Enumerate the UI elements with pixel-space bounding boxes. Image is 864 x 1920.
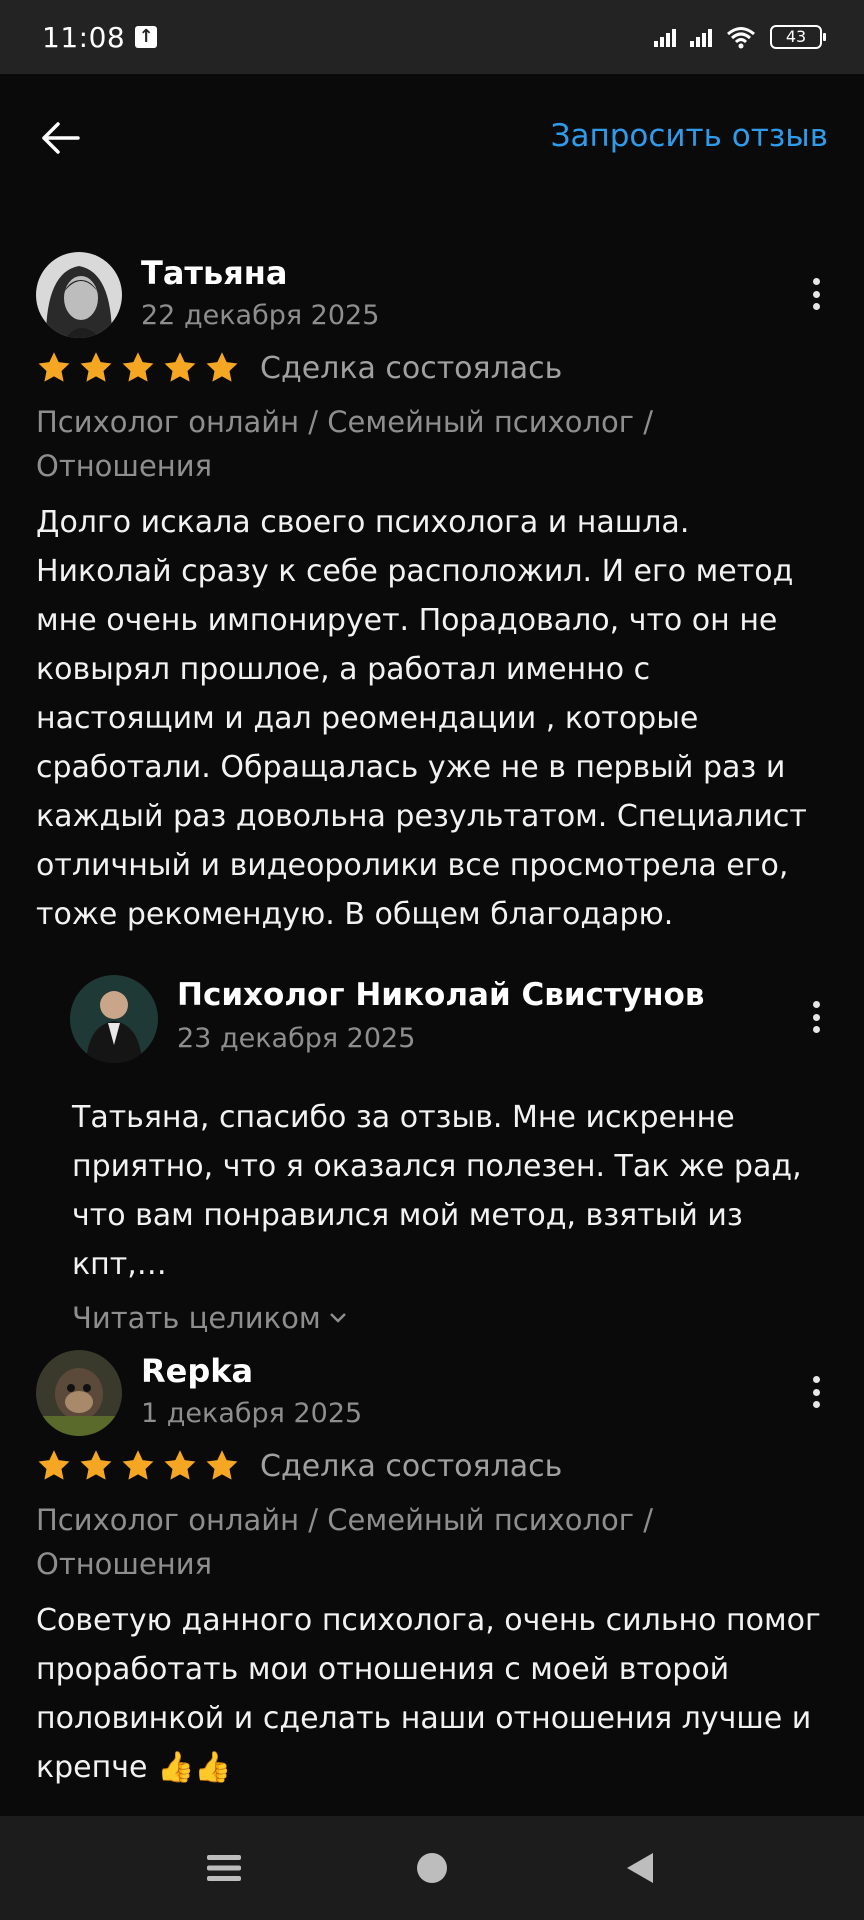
review-text: Советую данного психолога, очень сильно … <box>36 1603 821 1785</box>
reviews-screen: 11:08 ↑ 43 Запросить отзыв Татьяна 22 де… <box>0 0 864 1920</box>
star-icon <box>80 352 112 382</box>
back-arrow-icon <box>42 122 80 154</box>
review-date: 1 декабря 2025 <box>141 1398 363 1429</box>
more-vert-icon[interactable] <box>806 1372 826 1412</box>
reply-date: 23 декабря 2025 <box>177 1023 416 1054</box>
status-time: 11:08 <box>42 20 126 54</box>
read-more-button[interactable]: Читать целиком <box>0 1289 864 1335</box>
read-more-label: Читать целиком <box>72 1301 321 1335</box>
status-bar: 11:08 ↑ 43 <box>0 0 864 74</box>
nav-home-button[interactable] <box>408 1844 456 1892</box>
star-icon <box>164 1450 196 1480</box>
avatar[interactable] <box>36 252 122 338</box>
star-icon <box>122 1450 154 1480</box>
rating-stars <box>36 350 240 386</box>
nav-menu-icon <box>207 1855 241 1881</box>
author-name: Психолог Николай Свистунов <box>177 977 705 1013</box>
avatar[interactable] <box>70 975 158 1063</box>
reply-header: Психолог Николай Свистунов 23 декабря 20… <box>0 975 864 1093</box>
star-icon <box>122 352 154 382</box>
star-icon <box>206 1450 238 1480</box>
avatar[interactable] <box>36 1350 122 1436</box>
review-card: Repka 1 декабря 2025 Сделка состоялась П… <box>0 1350 864 1792</box>
review-category: Психолог онлайн / Семейный психолог / От… <box>36 1503 654 1581</box>
status-icons: 43 <box>654 25 826 49</box>
nav-menu-button[interactable] <box>200 1844 248 1892</box>
star-icon <box>38 1450 70 1480</box>
review-header: Татьяна 22 декабря 2025 <box>0 252 864 342</box>
signal-icon-1 <box>654 27 676 47</box>
battery-icon: 43 <box>770 25 826 49</box>
more-vert-icon[interactable] <box>806 274 826 314</box>
star-icon <box>80 1450 112 1480</box>
review-header: Repka 1 декабря 2025 <box>0 1350 864 1440</box>
author-name: Repka <box>141 1352 254 1390</box>
nav-back-button[interactable] <box>616 1844 664 1892</box>
chevron-down-icon <box>329 1313 346 1323</box>
request-review-button[interactable]: Запросить отзыв <box>551 118 828 154</box>
more-vert-icon[interactable] <box>806 997 826 1037</box>
review-text: Долго искала своего психолога и нашла. Н… <box>36 505 807 932</box>
deal-status: Сделка состоялась <box>260 1448 563 1484</box>
author-name: Татьяна <box>141 254 288 292</box>
top-bar: Запросить отзыв <box>0 74 864 200</box>
reply-text: Татьяна, спасибо за отзыв. Мне искренне … <box>72 1100 802 1282</box>
wifi-icon <box>726 25 756 49</box>
signal-icon-2 <box>690 27 712 47</box>
star-icon <box>38 352 70 382</box>
review-date: 22 декабря 2025 <box>141 300 380 331</box>
system-nav-bar <box>0 1816 864 1920</box>
rating-row: Сделка состоялась <box>0 1440 864 1492</box>
rating-stars <box>36 1448 240 1484</box>
specialist-reply: Психолог Николай Свистунов 23 декабря 20… <box>0 975 864 1335</box>
deal-status: Сделка состоялась <box>260 350 563 386</box>
star-icon <box>164 352 196 382</box>
rating-row: Сделка состоялась <box>0 342 864 394</box>
upload-notification-icon: ↑ <box>135 26 158 48</box>
nav-back-icon <box>627 1853 653 1883</box>
review-card: Татьяна 22 декабря 2025 Сделка состоялас… <box>0 252 864 939</box>
back-button[interactable] <box>36 114 84 162</box>
star-icon <box>206 352 238 382</box>
nav-home-icon <box>417 1853 447 1883</box>
review-category: Психолог онлайн / Семейный психолог / От… <box>36 405 654 483</box>
